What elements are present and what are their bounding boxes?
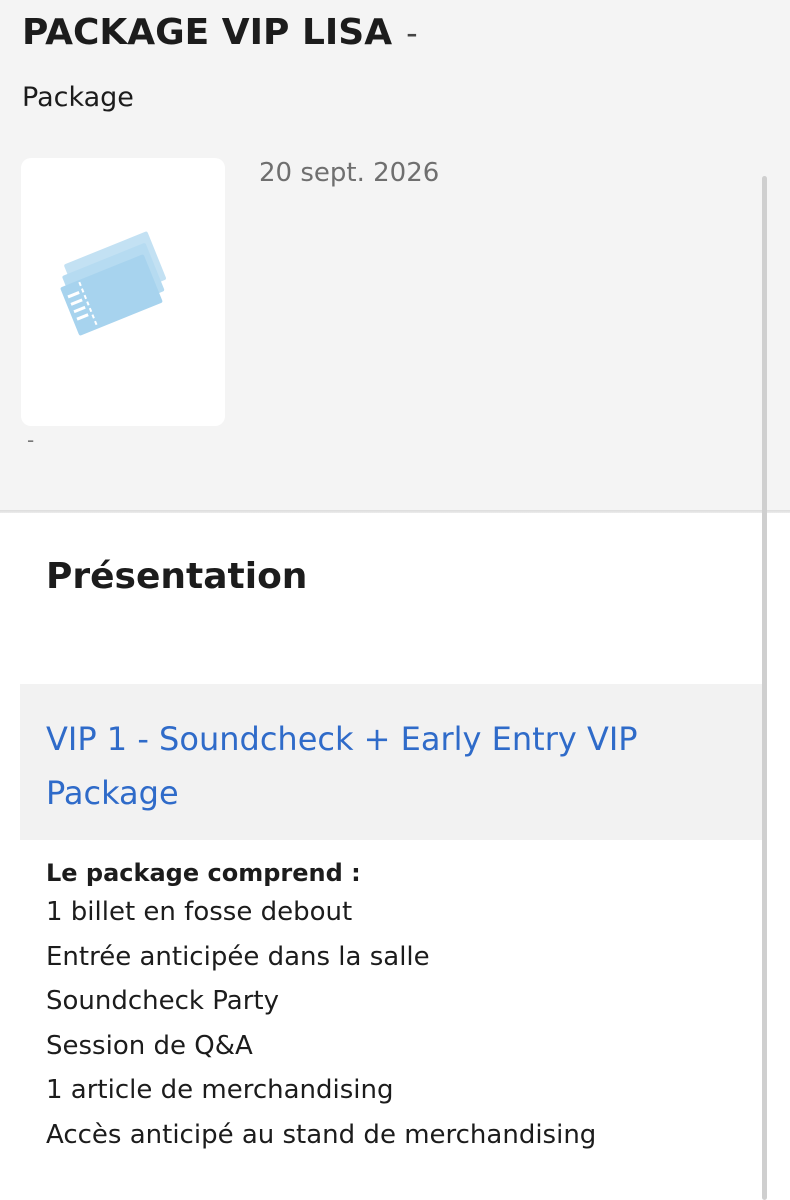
event-header: PACKAGE VIP LISA - Package 20 sept. 2026… xyxy=(0,0,790,510)
list-item: 1 billet en fosse debout xyxy=(46,897,353,927)
list-item: Accès anticipé au stand de merchandising xyxy=(46,1119,597,1150)
scrollbar[interactable] xyxy=(762,176,767,1200)
section-divider xyxy=(0,510,790,513)
page-title: PACKAGE VIP LISA xyxy=(22,12,393,53)
package-includes: Le package comprend : 1 billet en fosse … xyxy=(46,856,596,1157)
list-item: 1 article de merchandising xyxy=(46,1075,394,1105)
title-suffix: - xyxy=(406,14,418,52)
list-item: Entrée anticipée dans la salle xyxy=(46,941,430,972)
includes-heading: Le package comprend : xyxy=(46,859,361,887)
list-item: Session de Q&A xyxy=(46,1030,253,1061)
ticket-icon xyxy=(60,231,166,336)
title-row: PACKAGE VIP LISA - xyxy=(22,12,418,53)
page-subtitle: Package xyxy=(22,82,134,113)
presentation-heading: Présentation xyxy=(46,556,308,597)
event-date: 20 sept. 2026 xyxy=(259,158,440,188)
includes-list: 1 billet en fosse debout Entrée anticipé… xyxy=(46,890,596,1157)
event-thumbnail[interactable] xyxy=(21,158,225,426)
package-name-box: VIP 1 - Soundcheck + Early Entry VIP Pac… xyxy=(20,684,762,840)
package-name-link[interactable]: VIP 1 - Soundcheck + Early Entry VIP Pac… xyxy=(46,712,706,820)
event-extra-info: - xyxy=(27,428,35,452)
list-item: Soundcheck Party xyxy=(46,986,279,1016)
